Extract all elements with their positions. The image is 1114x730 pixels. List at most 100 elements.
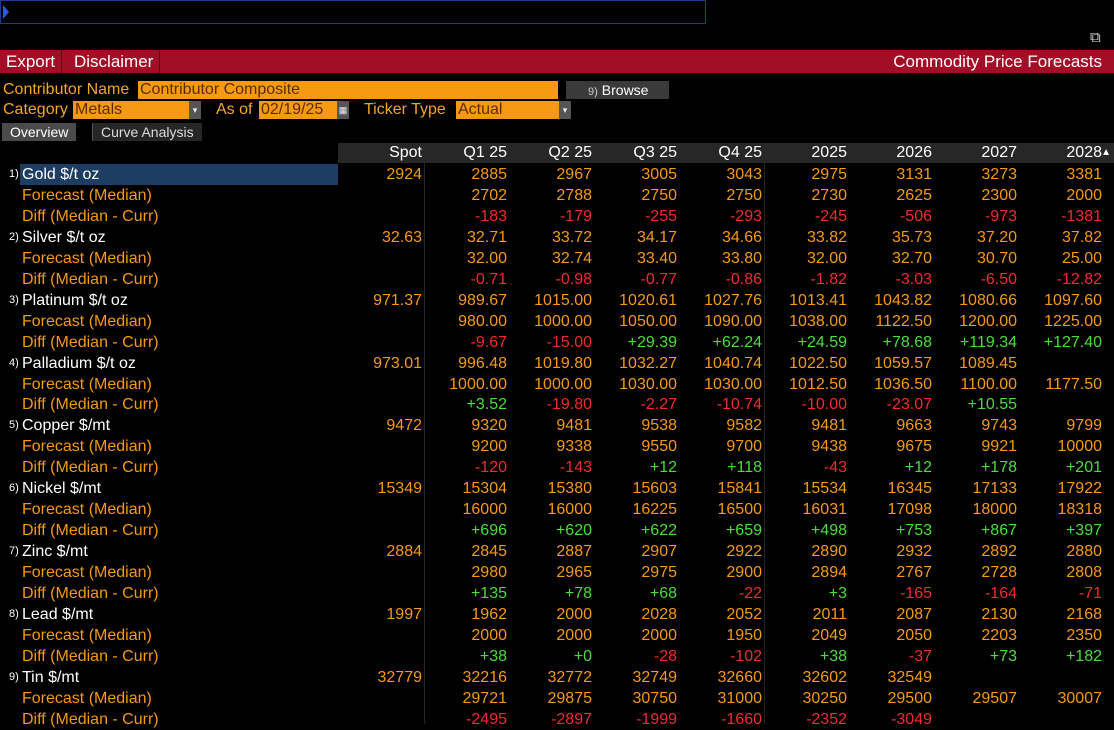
tab-overview[interactable]: Overview <box>2 123 77 141</box>
table-cell <box>1021 353 1102 374</box>
commodity-name[interactable]: Zinc $/mt <box>22 541 88 562</box>
table-cell: 9550 <box>641 438 677 456</box>
commodity-name[interactable]: Platinum $/t oz <box>22 290 128 311</box>
commodity-name[interactable]: Nickel $/mt <box>22 478 101 499</box>
row-index[interactable]: 1) <box>9 164 19 185</box>
table-cell: +620 <box>555 522 592 540</box>
table-cell: 30007 <box>1057 689 1103 707</box>
table-row[interactable]: Diff (Median - Curr) +38 +0 -28 -102 +38 -37 +7… <box>0 646 1114 667</box>
table-row[interactable]: Forecast (Median) 32.00 32.74 33.40 33.80 32.… <box>0 248 1114 269</box>
row-index[interactable]: 9) <box>9 667 19 688</box>
export-menu[interactable]: Export <box>0 50 63 73</box>
table-cell: 2052 <box>726 605 762 623</box>
browse-button[interactable]: 9) Browse <box>566 81 669 99</box>
table-cell: 37.82 <box>1061 228 1102 246</box>
table-cell: 2130 <box>981 605 1017 623</box>
col-header-2025[interactable]: 2025 <box>766 143 847 163</box>
scroll-up-icon[interactable]: ▲ <box>1101 147 1111 158</box>
table-cell: 2924 <box>386 166 422 183</box>
table-row[interactable]: 2) Silver $/t oz 32.63 32.71 33.72 34.17 34.66… <box>0 227 1114 248</box>
table-row[interactable]: Forecast (Median) 2980 2965 2975 2900 2894 276… <box>0 562 1114 583</box>
table-cell: 32749 <box>632 668 678 686</box>
table-row[interactable]: Diff (Median - Curr) +135 +78 +68 -22 +3 -165 -… <box>0 583 1114 604</box>
row-index[interactable]: 7) <box>9 541 19 562</box>
table-cell: -0.77 <box>640 270 677 288</box>
col-header-q1-25[interactable]: Q1 25 <box>426 143 507 163</box>
col-header-q4-25[interactable]: Q4 25 <box>681 143 762 163</box>
table-row[interactable]: 8) Lead $/mt 1997 1962 2000 2028 2052 2011 2087 2… <box>0 604 1114 625</box>
ticker-type-dropdown-icon[interactable]: ▾ <box>559 101 571 119</box>
table-cell: +696 <box>470 522 507 540</box>
col-header-2028[interactable]: 2028 <box>1021 143 1102 163</box>
commodity-name[interactable]: Tin $/mt <box>22 667 79 688</box>
col-header-spot[interactable]: Spot <box>340 143 422 163</box>
contributor-label: Contributor Name <box>3 81 130 98</box>
table-cell: -2.27 <box>640 396 677 414</box>
row-index[interactable]: 2) <box>9 227 19 248</box>
table-row[interactable]: Diff (Median - Curr) +3.52 -19.80 -2.27 -10.… <box>0 394 1114 415</box>
table-row[interactable]: 5) Copper $/mt 9472 9320 9481 9538 9582 9481 966… <box>0 415 1114 436</box>
table-cell: +0 <box>573 647 592 665</box>
expand-window-icon[interactable]: ⧉ <box>1090 28 1110 48</box>
row-index[interactable]: 8) <box>9 604 19 625</box>
table-cell: 2965 <box>556 564 592 582</box>
commodity-name[interactable]: Gold $/t oz <box>22 164 99 185</box>
table-row[interactable]: Forecast (Median) 16000 16000 16225 16500 160… <box>0 499 1114 520</box>
table-cell: 2000 <box>556 605 592 623</box>
table-cell: -506 <box>899 207 932 225</box>
commodity-name[interactable]: Copper $/mt <box>22 415 110 436</box>
table-cell: 9200 <box>471 438 507 456</box>
table-cell: -0.71 <box>470 270 507 288</box>
table-row[interactable]: Forecast (Median) 29721 29875 30750 31000 302… <box>0 688 1114 709</box>
table-cell: 2884 <box>386 543 422 561</box>
row-index[interactable]: 3) <box>9 290 19 311</box>
as-of-date-field[interactable]: 02/19/25 <box>259 101 337 119</box>
table-row[interactable]: 9) Tin $/mt 32779 32216 32772 32749 32660 32602… <box>0 667 1114 688</box>
table-row[interactable]: Forecast (Median) 2000 2000 2000 1950 2049 205… <box>0 625 1114 646</box>
table-cell: 2000 <box>556 626 592 644</box>
table-row[interactable]: 6) Nickel $/mt 15349 15304 15380 15603 15841 15… <box>0 478 1114 499</box>
table-cell: 2845 <box>471 543 507 561</box>
table-row[interactable]: 7) Zinc $/mt 2884 2845 2887 2907 2922 2890 2932 2… <box>0 541 1114 562</box>
tab-curve-analysis[interactable]: Curve Analysis <box>92 123 202 141</box>
table-row[interactable]: Forecast (Median) 9200 9338 9550 9700 9438 967… <box>0 436 1114 457</box>
ticker-type-field[interactable]: Actual <box>456 101 559 119</box>
table-cell: +397 <box>1065 522 1102 540</box>
diff-label: Diff (Median - Curr) <box>22 396 159 414</box>
category-field[interactable]: Metals <box>73 101 189 119</box>
table-row[interactable]: Diff (Median - Curr) -9.67 -15.00 +29.39 +62… <box>0 332 1114 353</box>
col-header-q3-25[interactable]: Q3 25 <box>596 143 677 163</box>
table-row[interactable]: Diff (Median - Curr) +696 +620 +622 +659 +498… <box>0 520 1114 541</box>
table-row[interactable]: Forecast (Median) 1000.00 1000.00 1030.00 10… <box>0 374 1114 395</box>
table-row[interactable]: Forecast (Median) 2702 2788 2750 2750 2730 262… <box>0 185 1114 206</box>
table-cell: 2000 <box>471 626 507 644</box>
row-index[interactable]: 5) <box>9 415 19 436</box>
table-row[interactable]: Diff (Median - Curr) -120 -143 +12 +118 -43 +1… <box>0 457 1114 478</box>
row-index[interactable]: 4) <box>9 353 19 374</box>
table-row[interactable]: Diff (Median - Curr) -2495 -2897 -1999 -1660… <box>0 709 1114 730</box>
table-row[interactable]: Forecast (Median) 980.00 1000.00 1050.00 109… <box>0 311 1114 332</box>
contributor-field[interactable]: Contributor Composite <box>138 81 558 99</box>
table-cell: 1022.50 <box>789 354 847 372</box>
table-cell: -165 <box>899 585 932 602</box>
table-row[interactable]: 4) Palladium $/t oz 973.01 996.48 1019.80 103… <box>0 353 1114 374</box>
table-row[interactable]: Diff (Median - Curr) -183 -179 -255 -293 -245… <box>0 206 1114 227</box>
col-header-q2-25[interactable]: Q2 25 <box>511 143 592 163</box>
commodity-name[interactable]: Palladium $/t oz <box>22 353 136 374</box>
row-index[interactable]: 6) <box>9 478 19 499</box>
table-cell: +12 <box>649 459 677 477</box>
diff-label: Diff (Median - Curr) <box>22 207 159 225</box>
table-row[interactable]: Diff (Median - Curr) -0.71 -0.98 -0.77 -0.86… <box>0 269 1114 290</box>
table-row[interactable]: 1) Gold $/t oz 2924 2885 2967 3005 3043 2975 313… <box>0 164 1114 185</box>
calendar-icon[interactable]: ▦ <box>337 101 349 119</box>
disclaimer-menu[interactable]: Disclaimer <box>68 50 161 73</box>
col-header-2026[interactable]: 2026 <box>851 143 932 163</box>
table-row[interactable]: 3) Platinum $/t oz 971.37 989.67 1015.00 1020… <box>0 290 1114 311</box>
commodity-name[interactable]: Lead $/mt <box>22 604 93 625</box>
table-cell: -1999 <box>636 710 677 728</box>
command-line[interactable] <box>0 0 706 24</box>
table-cell: 9338 <box>556 438 592 456</box>
commodity-name[interactable]: Silver $/t oz <box>22 227 106 248</box>
col-header-2027[interactable]: 2027 <box>936 143 1017 163</box>
category-dropdown-icon[interactable]: ▾ <box>189 101 201 119</box>
